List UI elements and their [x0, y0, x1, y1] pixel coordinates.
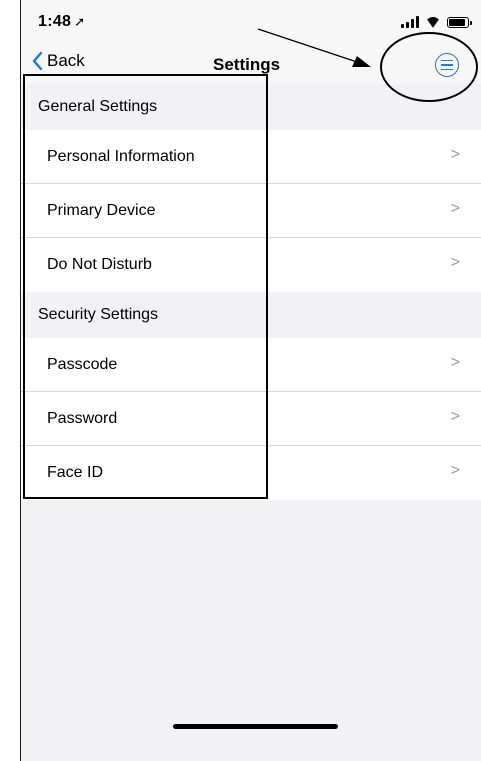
home-indicator[interactable]: [173, 724, 338, 729]
chevron-right-icon: >: [450, 462, 460, 479]
back-label: Back: [47, 51, 85, 70]
status-time-text: 1:48: [38, 13, 72, 30]
annotation-rectangle: [23, 74, 268, 499]
location-arrow-icon: ➚: [74, 14, 86, 29]
chevron-left-icon: [32, 52, 43, 70]
status-time: 1:48 ➚: [38, 13, 85, 31]
status-icons: [401, 16, 472, 28]
chevron-right-icon: >: [450, 354, 460, 371]
signal-icon: [401, 16, 419, 28]
chevron-right-icon: >: [450, 254, 460, 271]
chevron-right-icon: >: [450, 146, 460, 163]
back-button[interactable]: Back: [32, 51, 85, 71]
annotation-circle: [380, 32, 478, 102]
chevron-right-icon: >: [450, 408, 460, 425]
wifi-icon: [425, 17, 441, 28]
chevron-right-icon: >: [450, 200, 460, 217]
battery-icon: [447, 16, 472, 28]
page-title: Settings: [213, 55, 281, 74]
